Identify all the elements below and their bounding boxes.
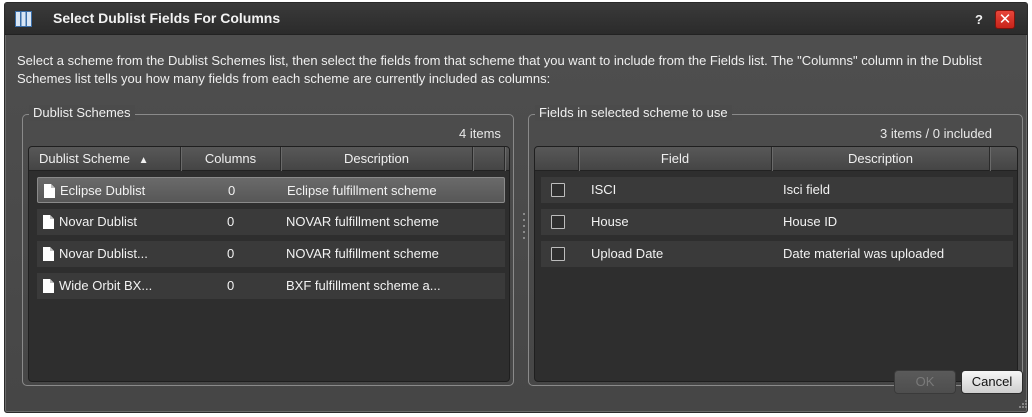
dialog-window: Select Dublist Fields For Columns ? ✕ Se… <box>4 2 1028 413</box>
table-row-isci[interactable]: ISCI Isci field <box>541 177 1013 203</box>
instructions-text: Select a scheme from the Dublist Schemes… <box>17 53 982 86</box>
scheme-description: BXF fulfillment scheme a... <box>286 278 441 293</box>
table-row-eclipse-dublist[interactable]: Eclipse Dublist 0 Eclipse fulfillment sc… <box>37 177 505 203</box>
columns-icon <box>15 11 32 27</box>
field-name: ISCI <box>591 182 617 197</box>
table-row-upload-date[interactable]: Upload Date Date material was uploaded <box>541 241 1013 267</box>
scheme-description: NOVAR fulfillment scheme <box>286 214 439 229</box>
sort-ascending-icon: ▲ <box>138 155 149 166</box>
scheme-columns: 0 <box>227 278 235 293</box>
column-header-field-description[interactable]: Description <box>772 147 990 171</box>
field-name: Upload Date <box>591 246 664 261</box>
field-description: House ID <box>783 214 838 229</box>
help-icon[interactable]: ? <box>971 12 987 28</box>
document-icon <box>44 184 55 198</box>
column-header-filler <box>990 147 1017 171</box>
scheme-description: Eclipse fulfillment scheme <box>287 183 437 198</box>
dublist-schemes-table[interactable]: Dublist Scheme ▲ Columns Description Ecl… <box>28 146 510 382</box>
column-header-dublist-scheme[interactable]: Dublist Scheme ▲ <box>29 147 181 171</box>
table-row-novar-dublist[interactable]: Novar Dublist 0 NOVAR fulfillment scheme <box>37 209 505 235</box>
scheme-columns: 0 <box>227 246 235 261</box>
panel-splitter[interactable] <box>522 213 526 247</box>
include-checkbox-upload-date[interactable] <box>551 247 565 261</box>
document-icon <box>43 279 54 293</box>
schemes-item-count: 4 items <box>459 126 501 141</box>
fields-group-label: Fields in selected scheme to use <box>535 105 732 121</box>
schemes-table-header: Dublist Scheme ▲ Columns Description <box>29 147 509 171</box>
title-bar[interactable]: Select Dublist Fields For Columns ? ✕ <box>5 3 1027 35</box>
fields-table[interactable]: Field Description ISCI Isci field House … <box>534 146 1018 382</box>
include-checkbox-isci[interactable] <box>551 183 565 197</box>
table-row-house[interactable]: House House ID <box>541 209 1013 235</box>
scheme-columns: 0 <box>227 214 235 229</box>
column-header-field[interactable]: Field <box>579 147 772 171</box>
scheme-description: NOVAR fulfillment scheme <box>286 246 439 261</box>
scheme-name: Novar Dublist... <box>59 246 148 261</box>
scheme-name: Novar Dublist <box>59 214 138 229</box>
table-row-wide-orbit[interactable]: Wide Orbit BX... 0 BXF fulfillment schem… <box>37 273 505 299</box>
column-header-columns[interactable]: Columns <box>181 147 281 171</box>
include-checkbox-house[interactable] <box>551 215 565 229</box>
close-icon[interactable]: ✕ <box>995 10 1015 29</box>
dublist-schemes-label: Dublist Schemes <box>29 105 135 121</box>
scheme-name: Eclipse Dublist <box>60 183 146 198</box>
field-description: Isci field <box>783 182 830 197</box>
table-row-novar-dublist-2[interactable]: Novar Dublist... 0 NOVAR fulfillment sch… <box>37 241 505 267</box>
fields-table-header: Field Description <box>535 147 1017 171</box>
field-name: House <box>591 214 629 229</box>
document-icon <box>43 215 54 229</box>
cancel-button[interactable]: Cancel <box>961 370 1023 394</box>
column-header-checkbox[interactable] <box>535 147 579 171</box>
resize-grip-icon[interactable] <box>1018 399 1028 409</box>
fields-item-count: 3 items / 0 included <box>880 126 993 141</box>
scheme-columns: 0 <box>228 183 236 198</box>
field-description: Date material was uploaded <box>783 246 945 261</box>
column-header-filler <box>473 147 505 171</box>
dialog-title: Select Dublist Fields For Columns <box>53 10 281 26</box>
column-header-description[interactable]: Description <box>281 147 473 171</box>
ok-button[interactable]: OK <box>894 370 956 394</box>
scheme-name: Wide Orbit BX... <box>59 278 153 293</box>
document-icon <box>43 247 54 261</box>
